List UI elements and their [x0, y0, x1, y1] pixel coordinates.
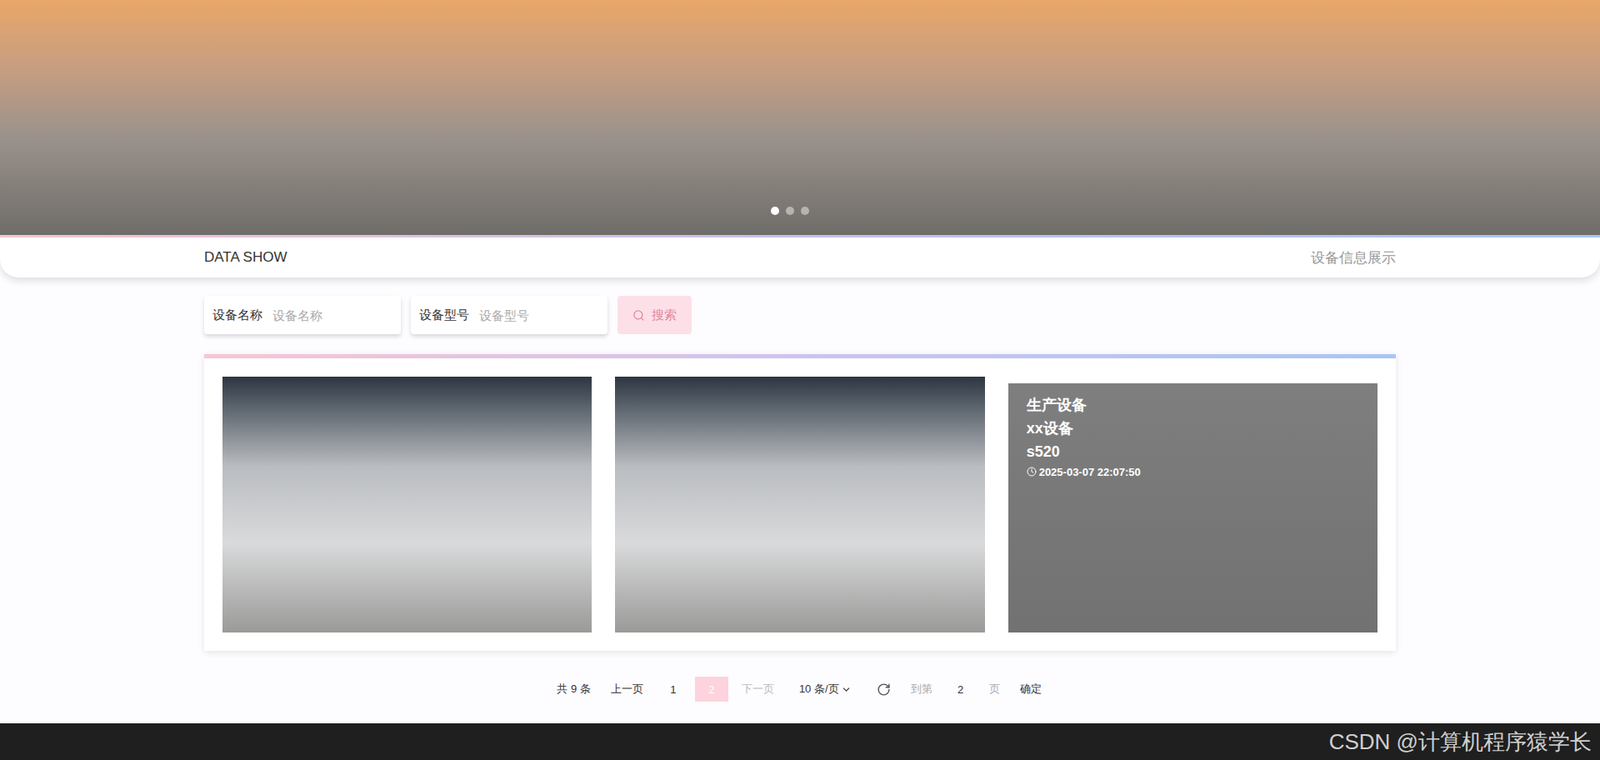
page-number[interactable]: 2 [695, 676, 729, 702]
search-bar: 设备名称 设备型号 搜索 [204, 295, 1396, 335]
refresh-button[interactable] [868, 679, 900, 700]
total-count: 共 9 条 [550, 681, 597, 697]
search-field[interactable]: 设备名称 [204, 295, 401, 335]
field-input[interactable] [477, 307, 600, 324]
page: DATA SHOW 设备信息展示设备名称 设备型号 搜索生产设备xx设备s520 202… [0, 0, 1600, 760]
field-input[interactable] [270, 307, 393, 324]
clock-icon [1026, 466, 1037, 477]
card-category: 生产设备 [1026, 395, 1360, 416]
page-size-select[interactable]: 10 条/页 [787, 681, 864, 697]
section-header: DATA SHOW 设备信息展示 [0, 237, 1600, 278]
carousel-dot[interactable] [770, 206, 780, 215]
card-model: s520 [1026, 441, 1360, 463]
field-label: 设备名称 [212, 307, 263, 324]
carousel-dot[interactable] [800, 206, 810, 215]
section-subtitle: 设备信息展示 [1310, 248, 1396, 268]
chevron-down-icon [840, 684, 852, 695]
search-icon [632, 309, 645, 322]
section-title: DATA SHOW [204, 249, 288, 266]
prev-button[interactable]: 上一页 [602, 676, 652, 702]
search-field[interactable]: 设备型号 [410, 295, 608, 335]
field-label: 设备型号 [419, 307, 470, 324]
page-number[interactable]: 1 [656, 676, 690, 702]
card-time: 2025-03-07 22:07:50 [1026, 465, 1360, 479]
card-name: xx设备 [1026, 418, 1360, 440]
device-card[interactable] [615, 376, 985, 633]
card-overlay: 生产设备xx设备s520 2025-03-07 22:07:50 [1008, 383, 1378, 633]
refresh-icon [876, 682, 891, 697]
device-grid: 生产设备xx设备s520 2025-03-07 22:07:50 [204, 354, 1396, 651]
goto-input[interactable] [944, 682, 978, 697]
device-card[interactable] [222, 376, 592, 633]
carousel-dot[interactable] [785, 206, 795, 215]
carousel-dots [770, 206, 810, 215]
goto-label: 到第 [904, 681, 940, 697]
next-button[interactable]: 下一页 [733, 676, 783, 702]
search-button[interactable]: 搜索 [617, 295, 692, 335]
goto-suffix: 页 [982, 681, 1007, 697]
pagination: 共 9 条上一页12下一页10 条/页 到第 页确定 [204, 676, 1396, 702]
confirm-button[interactable]: 确定 [1011, 676, 1050, 702]
device-card[interactable]: 生产设备xx设备s520 2025-03-07 22:07:50 [1008, 383, 1378, 633]
watermark: CSDN @计算机程序猿学长 [1329, 727, 1592, 757]
banner-carousel [0, 0, 1600, 235]
